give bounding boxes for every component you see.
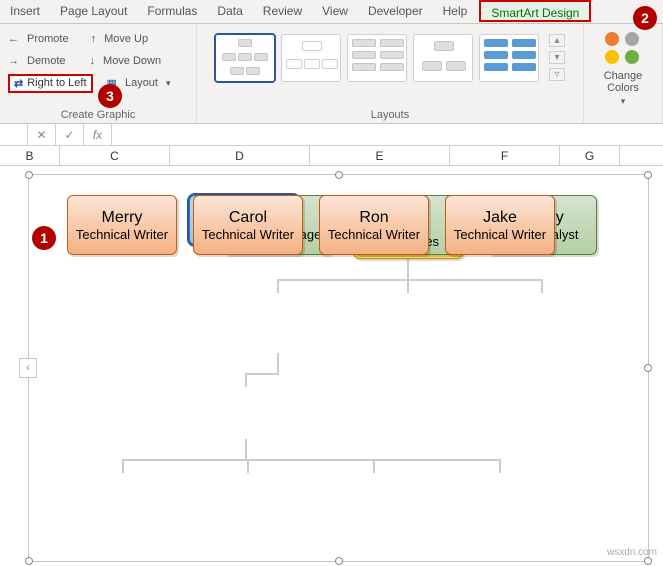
node-carol[interactable]: Carol Technical Writer bbox=[193, 195, 303, 255]
tab-formulas[interactable]: Formulas bbox=[137, 0, 207, 23]
enter-icon[interactable]: ✓ bbox=[56, 124, 84, 146]
move-up-button[interactable]: Move Up bbox=[104, 33, 148, 45]
col-B[interactable]: B bbox=[0, 146, 60, 165]
column-headers: B C D E F G bbox=[0, 146, 663, 166]
layout-thumb-5[interactable] bbox=[479, 34, 539, 82]
formula-bar: ✕ ✓ fx bbox=[0, 124, 663, 146]
node-role: Technical Writer bbox=[324, 227, 424, 242]
change-colors-button[interactable] bbox=[599, 30, 647, 68]
layouts-scroll-down-icon[interactable]: ▾ bbox=[549, 51, 565, 64]
tab-data[interactable]: Data bbox=[207, 0, 252, 23]
tab-review[interactable]: Review bbox=[253, 0, 312, 23]
group-change-colors: Change Colors ▾ bbox=[584, 24, 663, 123]
watermark: wsxdn.com bbox=[607, 547, 657, 558]
demote-icon: → bbox=[8, 55, 19, 67]
node-role: Technical Writer bbox=[450, 227, 550, 242]
node-jake[interactable]: Jake Technical Writer bbox=[445, 195, 555, 255]
tab-page-layout[interactable]: Page Layout bbox=[50, 0, 137, 23]
node-name: Carol bbox=[198, 209, 298, 227]
move-up-icon: ↑ bbox=[91, 33, 97, 45]
worksheet-canvas[interactable]: 1 ‹ Adam M bbox=[0, 166, 663, 564]
smartart-selection-frame[interactable]: ‹ Adam Managing Director Morty bbox=[28, 174, 649, 562]
col-E[interactable]: E bbox=[310, 146, 450, 165]
callout-3: 3 bbox=[98, 84, 122, 108]
right-to-left-icon: ⇄ bbox=[14, 77, 23, 90]
col-C[interactable]: C bbox=[60, 146, 170, 165]
node-merry[interactable]: Merry Technical Writer bbox=[67, 195, 177, 255]
node-name: Jake bbox=[450, 209, 550, 227]
resize-handle[interactable] bbox=[644, 171, 652, 179]
fx-button[interactable]: fx bbox=[84, 124, 112, 146]
tab-smartart-design[interactable]: SmartArt Design bbox=[479, 0, 591, 22]
callout-1: 1 bbox=[32, 226, 56, 250]
node-role: Technical Writer bbox=[198, 227, 298, 242]
org-chart[interactable]: Adam Managing Director Morty Project Man… bbox=[67, 195, 624, 551]
resize-handle[interactable] bbox=[25, 171, 33, 179]
layout-thumb-3[interactable] bbox=[347, 34, 407, 82]
group-title-create-graphic: Create Graphic bbox=[0, 109, 196, 121]
group-layouts: ▴ ▾ ▿ Layouts bbox=[197, 24, 584, 123]
group-create-graphic: ← Promote ↑ Move Up → Demote ↓ Move Down ⇄Ri… bbox=[0, 24, 197, 123]
move-down-icon: ↓ bbox=[90, 55, 96, 67]
name-box[interactable] bbox=[0, 124, 28, 146]
resize-handle[interactable] bbox=[644, 557, 652, 565]
tab-developer[interactable]: Developer bbox=[358, 0, 433, 23]
resize-handle[interactable] bbox=[335, 171, 343, 179]
move-down-button[interactable]: Move Down bbox=[103, 55, 161, 67]
layout-button[interactable]: Layout bbox=[125, 77, 158, 89]
tab-view[interactable]: View bbox=[312, 0, 358, 23]
node-name: Merry bbox=[72, 209, 172, 227]
ribbon: ← Promote ↑ Move Up → Demote ↓ Move Down ⇄Ri… bbox=[0, 24, 663, 124]
layouts-scroll-up-icon[interactable]: ▴ bbox=[549, 34, 565, 47]
tab-insert[interactable]: Insert bbox=[0, 0, 50, 23]
node-name: Ron bbox=[324, 209, 424, 227]
node-role: Technical Writer bbox=[72, 227, 172, 242]
col-F[interactable]: F bbox=[450, 146, 560, 165]
resize-handle[interactable] bbox=[25, 557, 33, 565]
tab-help[interactable]: Help bbox=[433, 0, 478, 23]
layout-thumb-2[interactable] bbox=[281, 34, 341, 82]
chevron-down-icon: ▾ bbox=[621, 96, 626, 107]
cancel-icon[interactable]: ✕ bbox=[28, 124, 56, 146]
col-G[interactable]: G bbox=[560, 146, 620, 165]
promote-button[interactable]: Promote bbox=[27, 33, 69, 45]
layout-thumb-1[interactable] bbox=[215, 34, 275, 82]
right-to-left-button[interactable]: ⇄Right to Left bbox=[8, 74, 93, 93]
col-D[interactable]: D bbox=[170, 146, 310, 165]
layouts-more-icon[interactable]: ▿ bbox=[549, 68, 565, 81]
callout-2: 2 bbox=[633, 6, 657, 30]
layout-thumb-4[interactable] bbox=[413, 34, 473, 82]
demote-button[interactable]: Demote bbox=[27, 55, 66, 67]
ribbon-tabs: Insert Page Layout Formulas Data Review … bbox=[0, 0, 663, 24]
resize-handle[interactable] bbox=[644, 364, 652, 372]
promote-icon: ← bbox=[8, 33, 19, 45]
expand-text-pane-icon[interactable]: ‹ bbox=[19, 358, 37, 378]
change-colors-label: Change Colors bbox=[594, 70, 652, 94]
chevron-down-icon: ▾ bbox=[166, 78, 171, 89]
resize-handle[interactable] bbox=[335, 557, 343, 565]
node-ron[interactable]: Ron Technical Writer bbox=[319, 195, 429, 255]
group-title-layouts: Layouts bbox=[197, 109, 583, 121]
